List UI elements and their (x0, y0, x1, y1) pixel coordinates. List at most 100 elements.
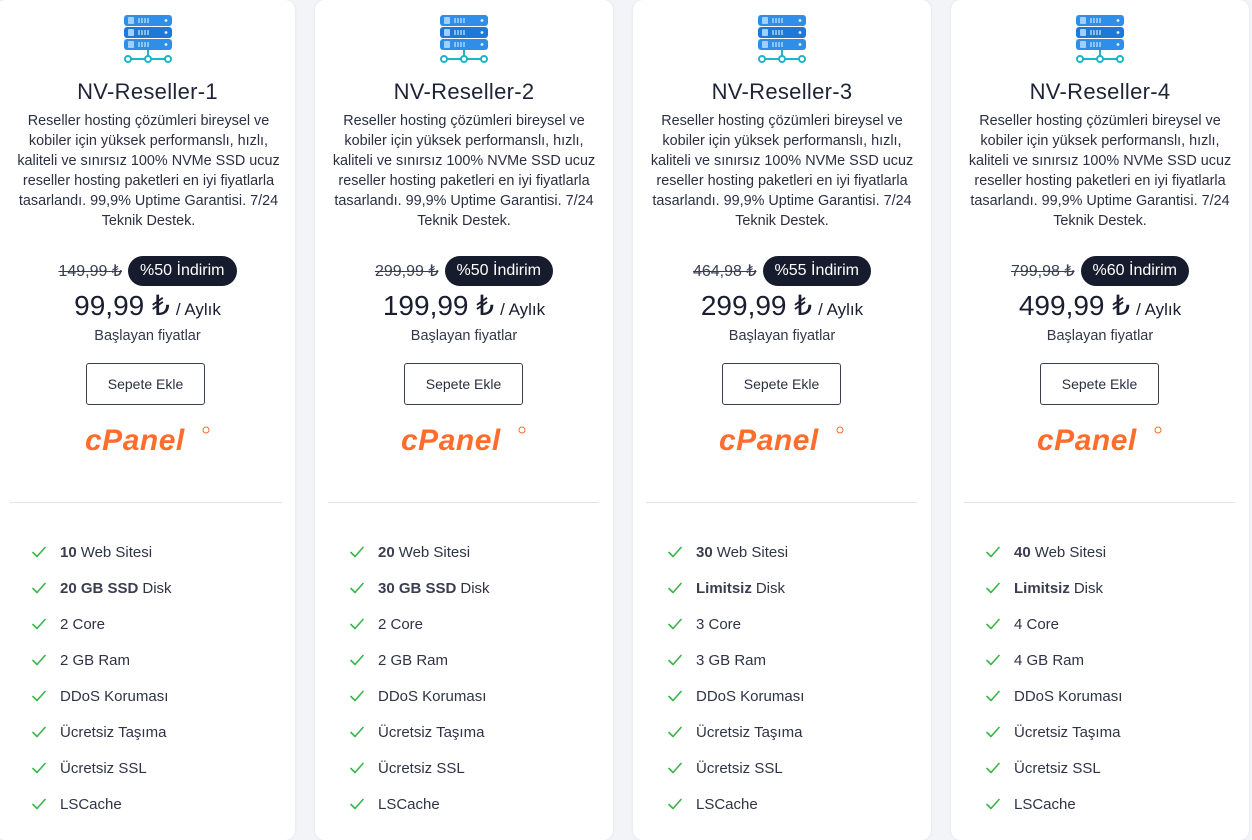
add-to-cart-button[interactable]: Sepete Ekle (1040, 363, 1159, 405)
check-icon (986, 654, 1000, 666)
feature-text: DDoS Koruması (696, 687, 805, 705)
price-value: 299,99 ₺ (700, 290, 813, 321)
feature-item: LSCache (668, 786, 921, 822)
feature-list: 30 Web Sitesi Limitsiz Disk 3 Core 3 GB Ram DD… (668, 534, 921, 822)
check-icon (350, 654, 364, 666)
feature-item: 2 GB Ram (32, 642, 285, 678)
cpanel-logo: cPanel (0, 424, 295, 456)
feature-text: Ücretsiz Taşıma (60, 723, 167, 741)
old-price: 299,99 ₺ (374, 263, 439, 280)
feature-text: Web Sitesi (398, 543, 471, 561)
plan-description: Reseller hosting çözümleri bireysel ve k… (650, 113, 914, 229)
divider (10, 502, 282, 503)
feature-item: 40 Web Sitesi (986, 534, 1239, 570)
discount-badge: %55 İndirim (762, 256, 872, 286)
feature-item: 4 GB Ram (986, 642, 1239, 678)
svg-text:cPanel: cPanel (85, 424, 185, 456)
divider (646, 502, 917, 503)
check-icon (668, 654, 682, 666)
check-icon (32, 726, 46, 738)
starting-price-label: Başlayan fiyatlar (728, 328, 836, 344)
feature-item: Ücretsiz Taşıma (986, 714, 1239, 750)
feature-text: Web Sitesi (1034, 543, 1107, 561)
plan-description: Reseller hosting çözümleri bireysel ve k… (968, 113, 1232, 229)
feature-item: Ücretsiz SSL (986, 750, 1239, 786)
plan-card-3: NV-Reseller-3 Reseller hosting çözümleri… (633, 0, 931, 840)
plan-description: Reseller hosting çözümleri bireysel ve k… (17, 113, 280, 229)
price-period: / Aylık (1136, 300, 1182, 319)
check-icon (350, 762, 364, 774)
feature-text: Ücretsiz SSL (1014, 759, 1101, 777)
check-icon (986, 618, 1000, 630)
feature-list: 40 Web Sitesi Limitsiz Disk 4 Core 4 GB Ram DD… (986, 534, 1239, 822)
check-icon (668, 762, 682, 774)
feature-item: 30 GB SSD Disk (350, 570, 603, 606)
price-period: / Aylık (500, 300, 546, 319)
feature-text: 4 GB Ram (1014, 651, 1085, 669)
check-icon (350, 582, 364, 594)
check-icon (32, 690, 46, 702)
price-period: / Aylık (175, 300, 221, 319)
discount-badge: %50 İndirim (128, 256, 237, 286)
add-to-cart-button[interactable]: Sepete Ekle (722, 363, 841, 405)
check-icon (32, 582, 46, 594)
plan-card-4: NV-Reseller-4 Reseller hosting çözümleri… (951, 0, 1249, 840)
check-icon (32, 546, 46, 558)
feature-text: Disk (755, 579, 786, 597)
check-icon (986, 762, 1000, 774)
feature-item: Ücretsiz SSL (668, 750, 921, 786)
discount-badge: %60 İndirim (1080, 256, 1190, 286)
feature-item: 4 Core (986, 606, 1239, 642)
starting-price-label: Başlayan fiyatlar (94, 328, 201, 344)
price-value: 199,99 ₺ (382, 290, 495, 321)
feature-list: 10 Web Sitesi 20 GB SSD Disk 2 Core 2 GB Ram D… (32, 534, 285, 822)
old-price: 799,98 ₺ (1010, 263, 1075, 280)
check-icon (986, 582, 1000, 594)
feature-item: DDoS Koruması (32, 678, 285, 714)
feature-item: 3 GB Ram (668, 642, 921, 678)
cpanel-logo: cPanel (633, 424, 931, 456)
cpanel-logo: cPanel (951, 424, 1249, 456)
feature-item: DDoS Koruması (350, 678, 603, 714)
feature-text: Ücretsiz Taşıma (696, 723, 803, 741)
check-icon (668, 798, 682, 810)
check-icon (350, 726, 364, 738)
plan-title: NV-Reseller-4 (1029, 79, 1171, 104)
feature-item: 2 Core (32, 606, 285, 642)
plan-title: NV-Reseller-3 (711, 79, 853, 104)
feature-text: 2 GB Ram (378, 651, 449, 669)
check-icon (668, 546, 682, 558)
add-to-cart-button[interactable]: Sepete Ekle (404, 363, 523, 405)
check-icon (32, 618, 46, 630)
check-icon (986, 546, 1000, 558)
feature-list: 20 Web Sitesi 30 GB SSD Disk 2 Core 2 GB Ram D… (350, 534, 603, 822)
svg-text:cPanel: cPanel (401, 424, 501, 456)
feature-item: 10 Web Sitesi (32, 534, 285, 570)
discount-badge: %50 İndirim (444, 256, 554, 286)
feature-highlight: 20 (378, 543, 395, 561)
old-price: 464,98 ₺ (692, 263, 757, 280)
feature-item: LSCache (986, 786, 1239, 822)
check-icon (350, 618, 364, 630)
divider (964, 502, 1235, 503)
check-icon (986, 726, 1000, 738)
feature-highlight: 30 (696, 543, 713, 561)
plan-title: NV-Reseller-2 (393, 79, 535, 104)
svg-text:cPanel: cPanel (1037, 424, 1137, 456)
feature-text: 2 Core (60, 615, 106, 633)
feature-text: DDoS Koruması (378, 687, 487, 705)
feature-item: 3 Core (668, 606, 921, 642)
price-period: / Aylık (818, 300, 864, 319)
svg-text:cPanel: cPanel (719, 424, 819, 456)
server-icon (633, 14, 931, 64)
check-icon (668, 618, 682, 630)
check-icon (32, 762, 46, 774)
feature-text: Disk (1073, 579, 1104, 597)
feature-highlight: 40 (1014, 543, 1031, 561)
feature-item: Ücretsiz Taşıma (668, 714, 921, 750)
check-icon (668, 690, 682, 702)
add-to-cart-button[interactable]: Sepete Ekle (86, 363, 205, 405)
check-icon (668, 726, 682, 738)
feature-text: Disk (142, 579, 172, 597)
feature-item: 2 Core (350, 606, 603, 642)
